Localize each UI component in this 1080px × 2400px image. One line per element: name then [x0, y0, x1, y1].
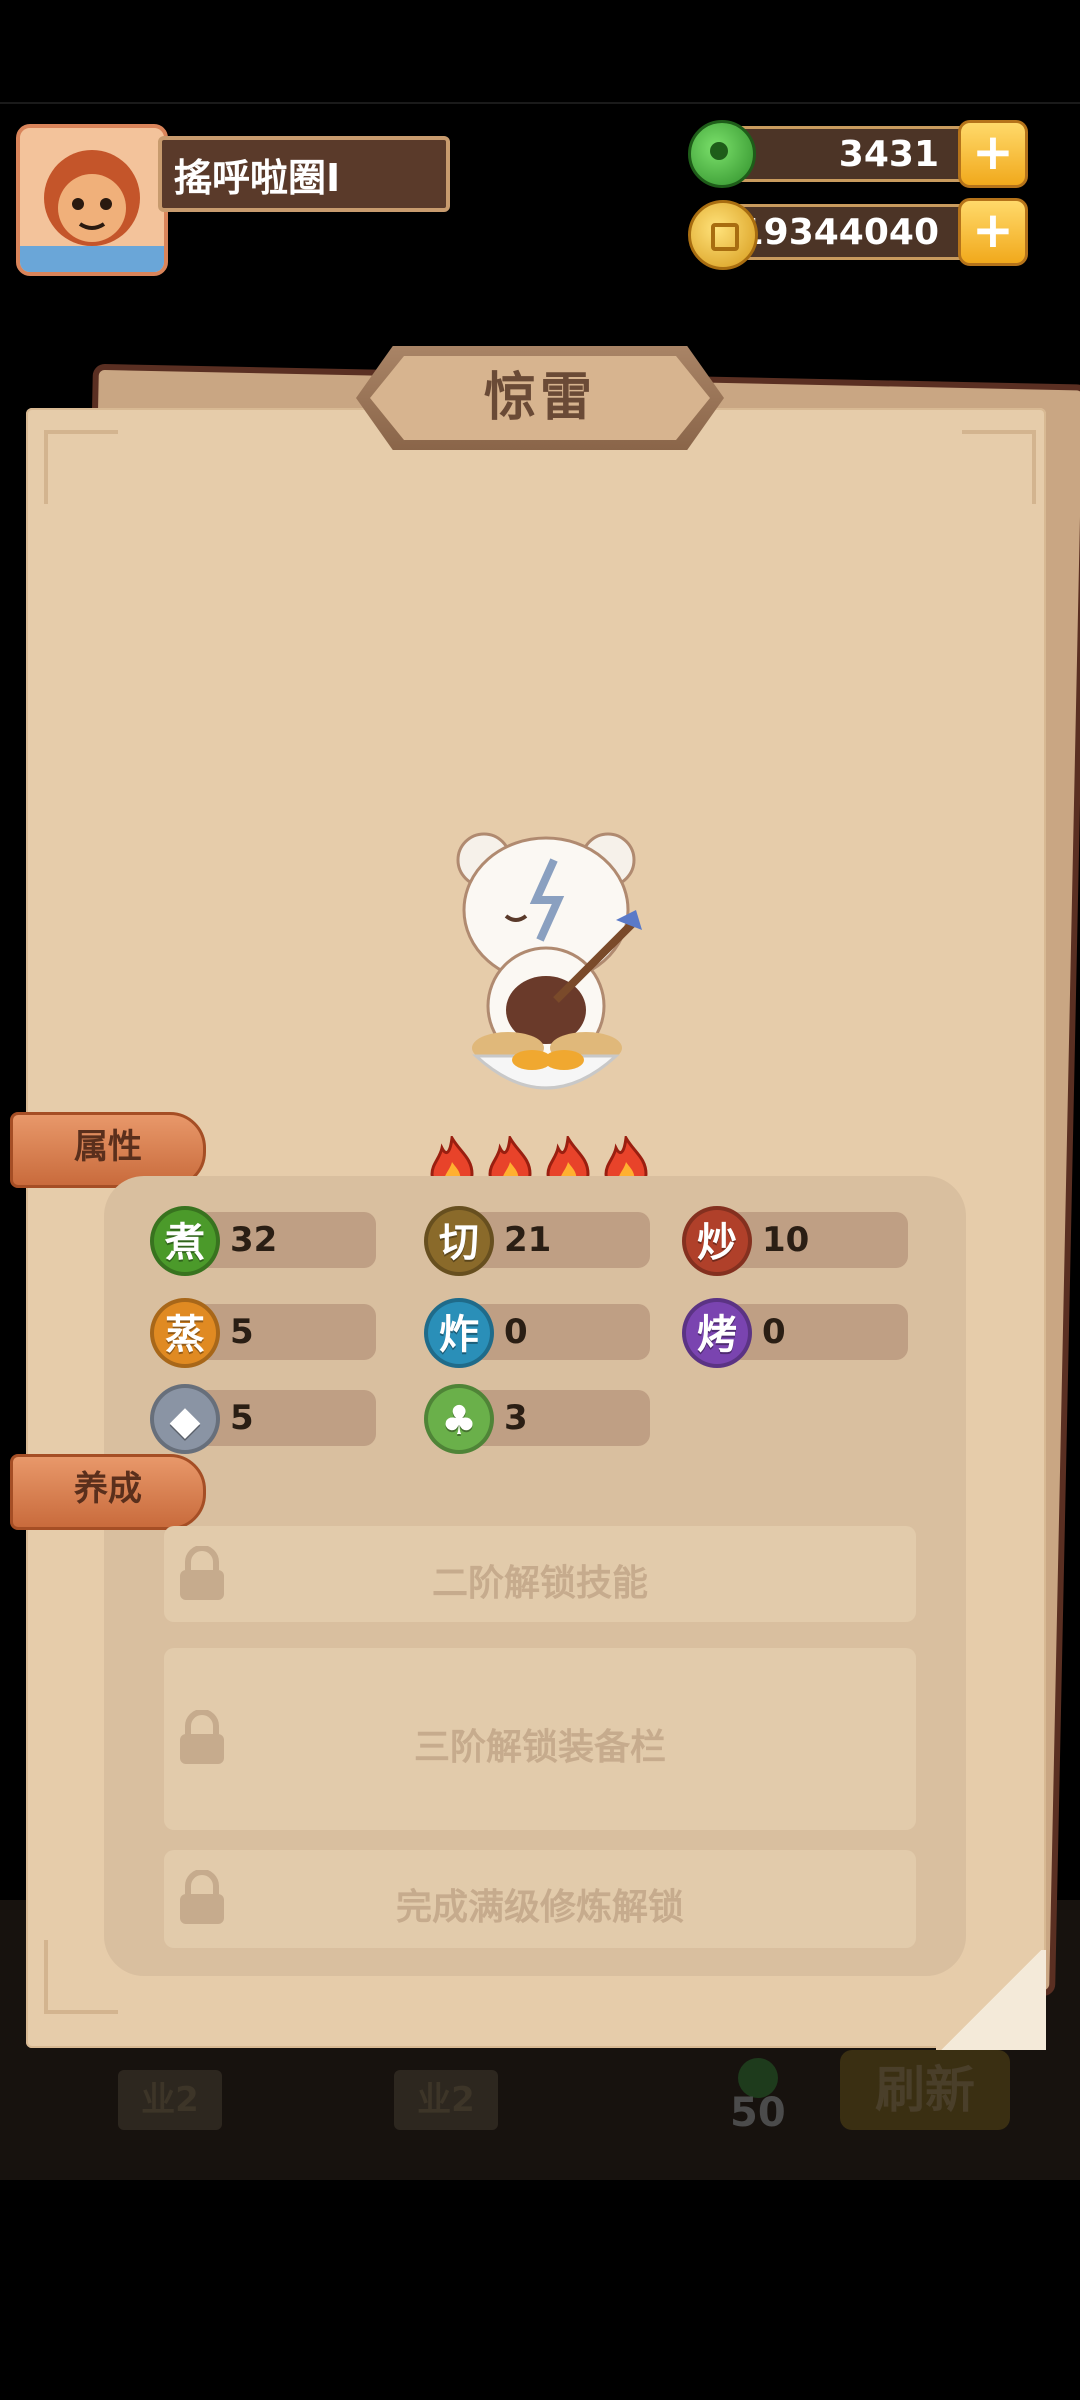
stat-label-icon: 烤: [682, 1298, 752, 1368]
panel-corner-ornament: [962, 430, 1036, 504]
coin-icon: [688, 200, 758, 270]
jade-icon: [688, 120, 756, 188]
avatar[interactable]: [16, 124, 168, 276]
cabbage-icon: ♣: [424, 1384, 494, 1454]
avatar-portrait: [20, 128, 164, 272]
lock-text: 完成满级修炼解锁: [395, 1887, 684, 1928]
fish-icon: ◆: [150, 1384, 220, 1454]
training-tab[interactable]: 养成: [10, 1454, 206, 1530]
stat-label-icon: 切: [424, 1206, 494, 1276]
lock-row-equipment: 三阶解锁装备栏: [164, 1648, 916, 1830]
lock-row-skill: 二阶解锁技能: [164, 1526, 916, 1622]
add-coin-button[interactable]: +: [958, 198, 1028, 266]
background-tile: 业2: [394, 2070, 498, 2130]
add-jade-button[interactable]: +: [958, 120, 1028, 188]
stat-label-icon: 蒸: [150, 1298, 220, 1368]
status-divider: [0, 102, 1080, 104]
chef-name-title: 惊雷: [370, 356, 710, 440]
lock-text: 二阶解锁技能: [431, 1563, 648, 1604]
player-name: 搖呼啦圈I: [158, 136, 450, 212]
background-refresh-button: 刷新: [840, 2050, 1010, 2130]
lock-text: 三阶解锁装备栏: [413, 1727, 666, 1768]
stat-label-icon: 煮: [150, 1206, 220, 1276]
panel-corner-ornament: [44, 430, 118, 504]
background-cost: 50: [730, 2090, 786, 2136]
stat-label-icon: 炒: [682, 1206, 752, 1276]
chef-character: [456, 832, 642, 1090]
background-tile: 业2: [118, 2070, 222, 2130]
stat-label-icon: 炸: [424, 1298, 494, 1368]
lock-row-max-training: 完成满级修炼解锁: [164, 1850, 916, 1948]
